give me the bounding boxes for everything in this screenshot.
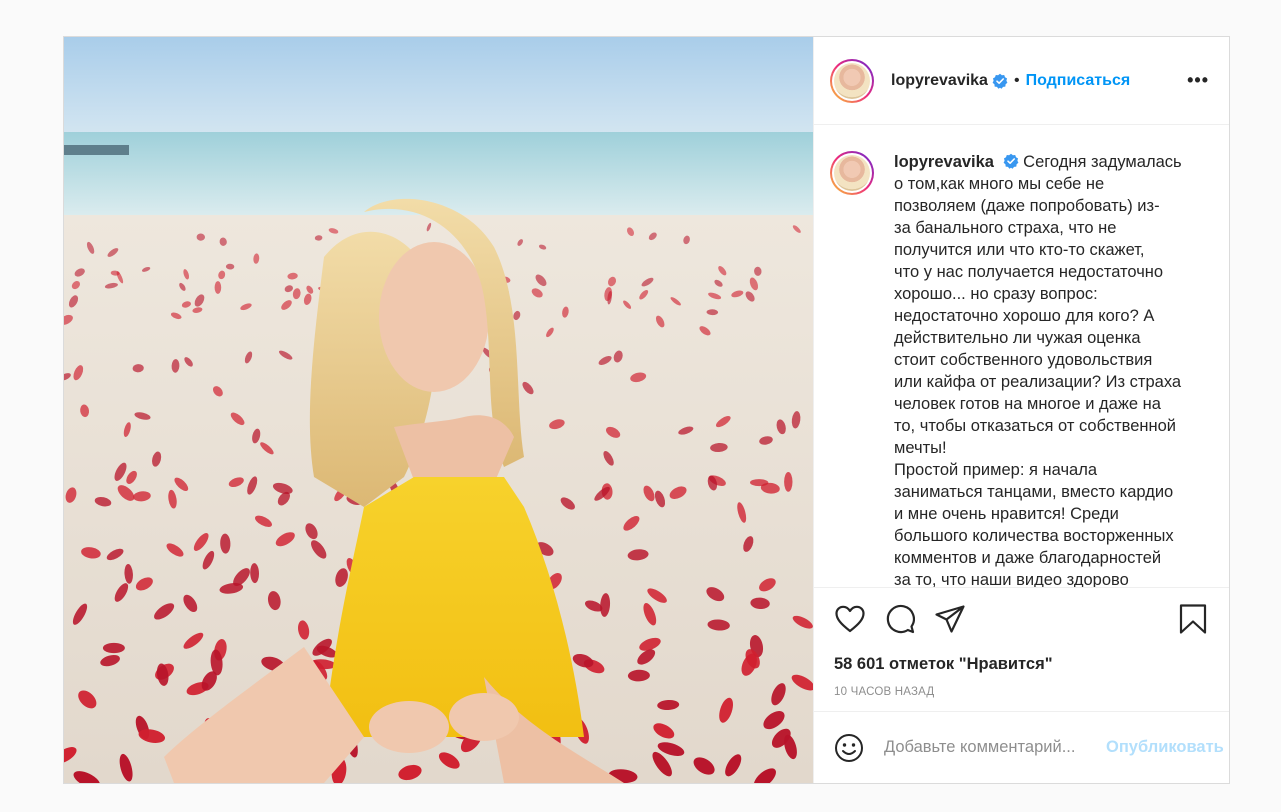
caption-line: хорошо... но сразу вопрос: [894, 285, 1098, 303]
caption-line: комментов и даже благодарностей [894, 549, 1162, 567]
caption-section: lopyrevavika Сегодня задумалась о том,ка… [814, 125, 1229, 587]
action-bar [814, 587, 1229, 649]
caption-line: то, чтобы отказаться от собственной [894, 417, 1177, 435]
caption-line: недостаточно хорошо для кого? А [894, 307, 1155, 325]
comment-button[interactable] [884, 603, 916, 635]
post-header: lopyrevavika • Подписаться ••• [814, 37, 1229, 125]
post-photo[interactable] [64, 37, 813, 783]
comment-bubble-icon [886, 604, 915, 633]
bookmark-icon [1179, 603, 1207, 634]
caption-line: мечты! [894, 439, 947, 457]
caption-line: заниматься танцами, вместо кардио [894, 483, 1174, 501]
paper-plane-icon [935, 604, 965, 633]
post-card: lopyrevavika • Подписаться ••• lopyrevav… [63, 36, 1230, 784]
verified-badge-icon [1003, 153, 1018, 169]
save-button[interactable] [1177, 603, 1209, 635]
caption-line: Сегодня задумалась [1023, 153, 1182, 171]
rose-petal [214, 281, 222, 294]
caption-line: действительно ли чужая оценка [894, 329, 1141, 347]
photo-beach-woman-yellow-dress [64, 37, 813, 783]
verified-badge-icon [992, 73, 1008, 89]
caption-line: стоит собственного удовольствия [894, 351, 1153, 369]
like-button[interactable] [834, 603, 866, 635]
publish-button[interactable]: Опубликовать [1106, 738, 1224, 757]
comment-form: Опубликовать [814, 711, 1229, 783]
caption-line: большого количества восторженных [894, 527, 1174, 545]
post-timestamp[interactable]: 10 ЧАСОВ НАЗАД [814, 679, 1229, 711]
caption-line: за банального страха, что не [894, 219, 1117, 237]
rose-petal [102, 642, 125, 654]
comment-input[interactable] [882, 737, 1106, 758]
caption-line: человек готов на многое и даже на [894, 395, 1161, 413]
caption-line: за то, что наши видео здорово [894, 571, 1129, 587]
emoji-button[interactable] [834, 732, 864, 764]
caption-text: lopyrevavika Сегодня задумалась о том,ка… [894, 151, 1194, 587]
more-options-button[interactable]: ••• [1187, 70, 1209, 91]
caption-line: Простой пример: я начала [894, 461, 1098, 479]
likes-count[interactable]: 58 601 отметок "Нравится" [814, 649, 1229, 679]
caption-line: или кайфа от реализации? Из страха [894, 373, 1182, 391]
caption-username[interactable]: lopyrevavika [894, 153, 994, 171]
author-avatar[interactable] [830, 58, 874, 103]
follow-button[interactable]: Подписаться [1026, 72, 1131, 90]
caption-line: получится или что кто-то скажет, [894, 241, 1145, 259]
caption-line: о том,как много мы себе не [894, 175, 1105, 193]
heart-icon [835, 605, 865, 632]
share-button[interactable] [934, 603, 966, 635]
rose-petal [784, 471, 793, 492]
caption-line: позволяем (даже попробовать) из- [894, 197, 1160, 215]
caption-line: что у нас получается недостаточно [894, 263, 1164, 281]
caption-author-avatar[interactable] [830, 151, 874, 195]
separator-dot: • [1013, 71, 1020, 89]
smiley-icon [835, 733, 863, 762]
author-username[interactable]: lopyrevavika [891, 72, 988, 90]
post-sidebar: lopyrevavika • Подписаться ••• lopyrevav… [813, 37, 1229, 783]
caption-line: и мне очень нравится! Среди [894, 505, 1119, 523]
